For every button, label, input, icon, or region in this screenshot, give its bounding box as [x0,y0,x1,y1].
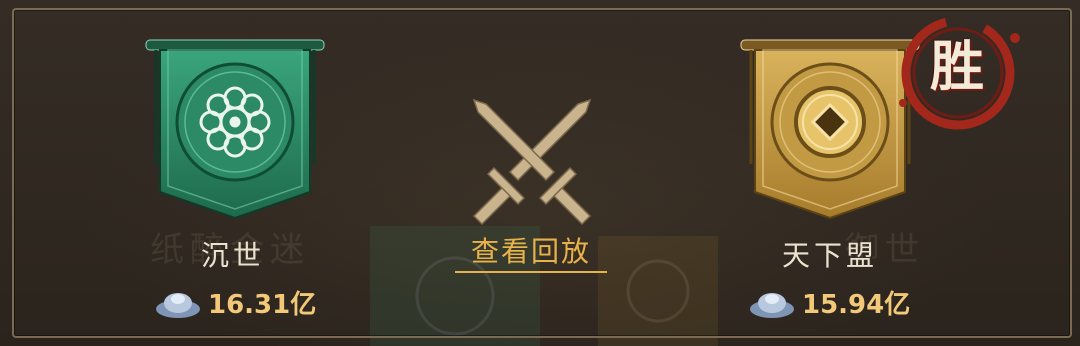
left-team-name: 沉世 [200,239,265,272]
left-team-banner [145,39,325,220]
silver-ingot-icon [156,293,200,318]
right-team-power: 15.94亿 [748,282,910,322]
win-result-label: 胜 [930,34,984,98]
coin-emblem-icon [794,86,866,158]
right-team-name: 天下盟 [781,239,878,272]
crossed-swords-icon [472,98,592,226]
silver-ingot-icon [750,293,794,318]
view-replay-link[interactable]: 查看回放 [455,230,607,273]
right-team-power-value: 15.94亿 [802,289,911,320]
left-team-power-value: 16.31亿 [208,289,317,320]
left-team-power: 16.31亿 [154,282,316,322]
